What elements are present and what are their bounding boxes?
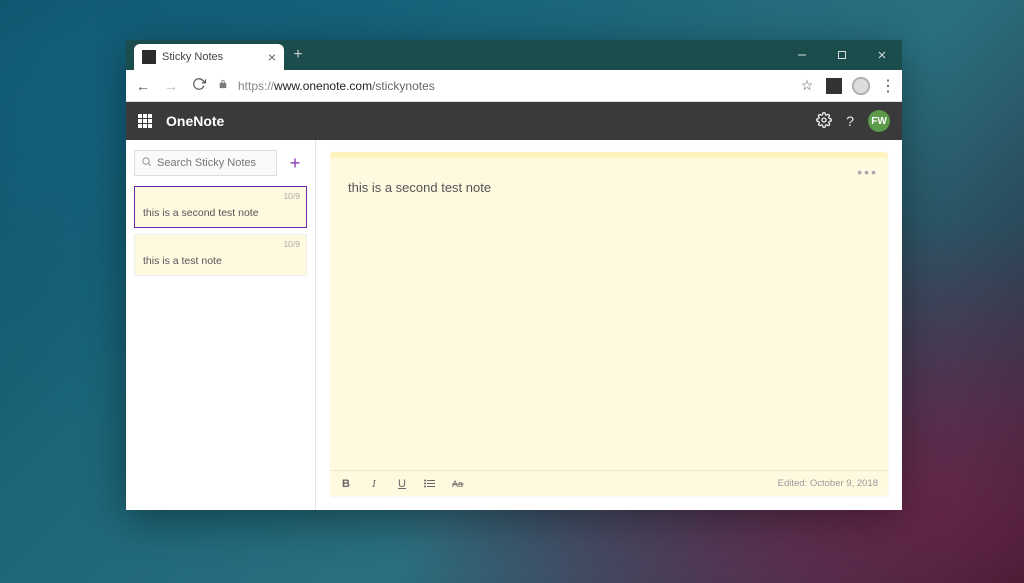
strikethrough-button[interactable]: Aa (452, 479, 464, 489)
tab-title: Sticky Notes (162, 51, 268, 63)
lock-icon (218, 78, 228, 93)
browser-window: Sticky Notes × + ← → https://www.onenote… (126, 40, 902, 510)
extension-icon[interactable] (826, 78, 842, 94)
search-icon (141, 156, 152, 170)
app-title: OneNote (166, 113, 802, 129)
url-domain: www.onenote.com (274, 79, 372, 93)
note-list-item[interactable]: 10/9 this is a test note (134, 234, 307, 276)
note-menu-icon[interactable]: ••• (857, 164, 878, 180)
search-box[interactable] (134, 150, 277, 176)
format-toolbar: B I U Aa Edited: October 9, 2018 (330, 470, 888, 496)
bullet-list-button[interactable] (424, 479, 436, 488)
profile-avatar-icon[interactable] (852, 77, 870, 95)
help-icon[interactable]: ? (846, 113, 854, 129)
back-button[interactable]: ← (134, 78, 152, 94)
sidebar: + 10/9 this is a second test note 10/9 t… (126, 140, 316, 510)
url-path: /stickynotes (372, 79, 435, 93)
add-note-button[interactable]: + (283, 151, 307, 175)
note-preview-text: this is a second test note (143, 207, 298, 219)
bookmark-star-icon[interactable]: ☆ (798, 77, 816, 94)
app-header: OneNote ? FW (126, 102, 902, 140)
italic-button[interactable]: I (368, 478, 380, 490)
note-date-label: 10/9 (283, 239, 300, 249)
note-editor: ••• this is a second test note B I U Aa … (330, 152, 888, 496)
browser-titlebar: Sticky Notes × + (126, 40, 902, 70)
edited-timestamp: Edited: October 9, 2018 (778, 478, 878, 489)
note-list-item[interactable]: 10/9 this is a second test note (134, 186, 307, 228)
browser-menu-icon[interactable]: ⋮ (880, 76, 894, 96)
new-tab-button[interactable]: + (284, 40, 312, 70)
note-date-label: 10/9 (283, 191, 300, 201)
window-close-button[interactable] (862, 40, 902, 70)
main-content: ••• this is a second test note B I U Aa … (316, 140, 902, 510)
bold-button[interactable]: B (340, 478, 352, 490)
app-launcher-icon[interactable] (138, 114, 152, 128)
browser-tab-active[interactable]: Sticky Notes × (134, 44, 284, 70)
tab-favicon (142, 50, 156, 64)
browser-addressbar: ← → https://www.onenote.com/stickynotes … (126, 70, 902, 102)
settings-gear-icon[interactable] (816, 112, 832, 131)
user-avatar-badge[interactable]: FW (868, 110, 890, 132)
reload-button[interactable] (190, 77, 208, 94)
note-content-area[interactable]: this is a second test note (330, 158, 888, 470)
url-field[interactable]: https://www.onenote.com/stickynotes (238, 79, 788, 93)
note-preview-text: this is a test note (143, 255, 298, 267)
search-input[interactable] (157, 157, 270, 169)
tab-close-icon[interactable]: × (268, 49, 276, 65)
window-maximize-button[interactable] (822, 40, 862, 70)
window-minimize-button[interactable] (782, 40, 822, 70)
forward-button[interactable]: → (162, 78, 180, 94)
url-scheme: https:// (238, 79, 274, 93)
underline-button[interactable]: U (396, 478, 408, 490)
